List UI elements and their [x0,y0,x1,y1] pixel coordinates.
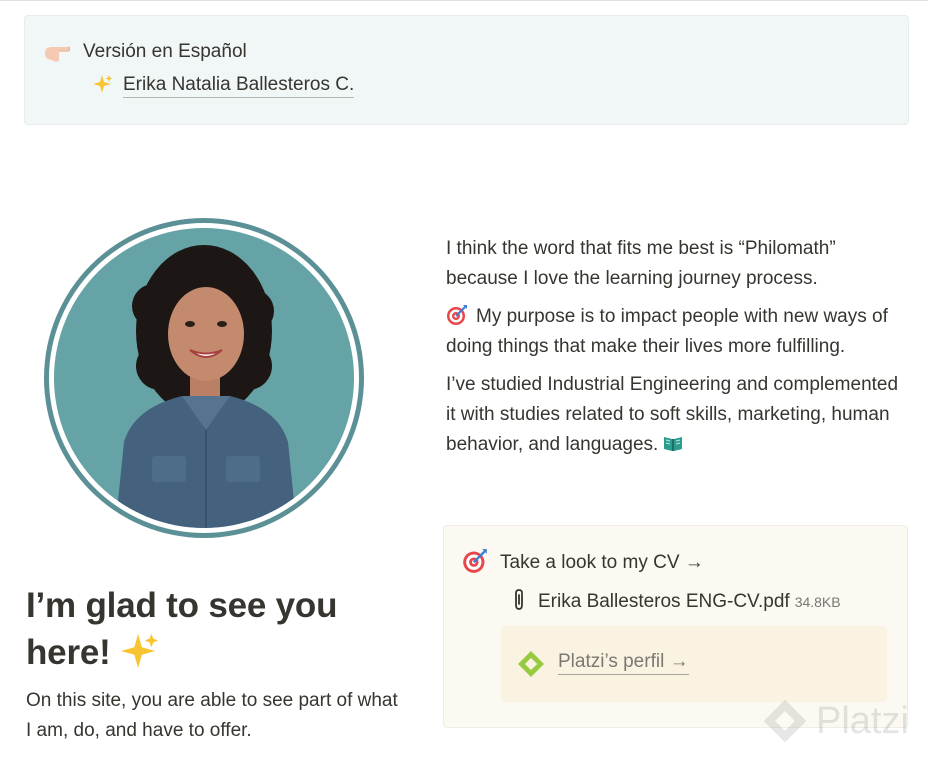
purpose-text: My purpose is to impact people with new … [446,306,888,357]
watermark-text: Platzi [816,700,909,742]
platzi-watermark: Platzi [762,694,922,750]
language-label: Versión en Español [83,41,247,62]
profile-photo [42,216,366,540]
paperclip-icon [515,589,523,610]
page-headline: I’m glad to see you here! [26,582,396,676]
headline-text: I’m glad to see you here! [26,586,338,672]
platzi-logo-icon [518,651,544,677]
spanish-version-link[interactable]: Erika Natalia Ballesteros C. [123,74,355,98]
cv-link-label: Take a look to my CV → [500,552,704,573]
target-icon [463,549,487,573]
platzi-callout: Platzi’s perfil → [501,626,887,702]
cv-file-attachment[interactable]: Erika Ballesteros ENG-CV.pdf 34.8KB [510,588,841,615]
platzi-logo-icon [763,699,807,743]
top-divider [0,0,928,1]
book-icon [664,437,683,451]
pointing-hand-icon [45,46,70,62]
bio-paragraph: I’ve studied Industrial Engineering and … [446,370,908,460]
platzi-profile-link[interactable]: Platzi’s perfil → [558,650,689,675]
bio-paragraph: I think the word that fits me best is “P… [446,238,836,289]
intro-text: On this site, you are able to see part o… [26,690,398,741]
cv-link[interactable]: Take a look to my CV → [462,548,704,576]
sparkles-icon [120,633,158,669]
target-icon [447,305,467,325]
sparkles-icon [93,75,113,93]
language-callout: Versión en Español Erika Natalia Ballest… [24,15,909,125]
file-name: Erika Ballesteros ENG-CV.pdf [538,591,790,612]
file-size: 34.8KB [794,594,841,610]
bio-paragraph: My purpose is to impact people with new … [446,302,908,362]
bio-section: I think the word that fits me best is “P… [446,234,908,468]
